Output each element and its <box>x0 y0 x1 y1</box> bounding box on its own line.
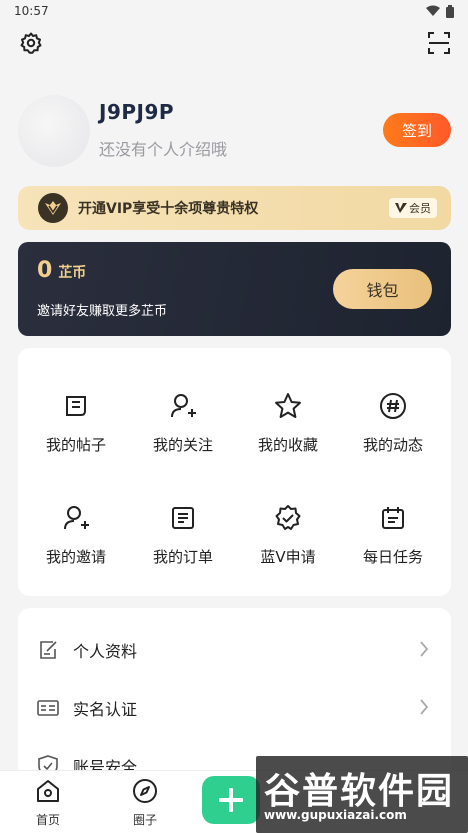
settings-button[interactable] <box>17 29 45 57</box>
vip-banner[interactable]: 开通VIP享受十余项尊贵特权 会员 <box>18 186 451 230</box>
coin-card: 0 芷币 邀请好友赚取更多芷币 钱包 <box>18 242 451 336</box>
edit-icon <box>40 641 57 659</box>
calendar-icon <box>382 507 404 529</box>
coin-invite-text[interactable]: 邀请好友赚取更多芷币 <box>37 300 167 319</box>
coin-amount: 0 <box>37 258 53 283</box>
badge-check-icon <box>275 505 301 530</box>
vip-crown-icon <box>38 193 68 223</box>
list-item-profile[interactable]: 个人资料 <box>18 621 451 679</box>
order-icon <box>172 507 194 529</box>
grid-item-blue-v-apply[interactable]: 蓝V申请 <box>234 490 342 580</box>
scan-icon <box>428 32 450 54</box>
home-icon <box>37 780 59 802</box>
battery-icon <box>446 4 454 18</box>
list-item-real-name[interactable]: 实名认证 <box>18 679 451 737</box>
user-bio: 还没有个人介绍哦 <box>99 140 228 159</box>
chevron-right-icon <box>420 641 429 657</box>
grid-item-my-posts[interactable]: 我的帖子 <box>22 378 130 468</box>
status-icons <box>426 4 454 18</box>
create-post-button[interactable] <box>202 776 260 824</box>
wallet-button[interactable]: 钱包 <box>333 269 432 309</box>
vip-badge-label: 会员 <box>409 202 431 215</box>
hashtag-icon <box>380 393 406 419</box>
username: J9PJ9P <box>99 100 175 124</box>
follow-icon <box>171 394 196 418</box>
grid-item-my-favorites[interactable]: 我的收藏 <box>234 378 342 468</box>
star-icon <box>275 393 301 418</box>
invite-icon <box>64 506 89 530</box>
checkin-button[interactable]: 签到 <box>383 113 451 147</box>
grid-item-my-invites[interactable]: 我的邀请 <box>22 490 130 580</box>
coin-balance: 0 芷币 <box>37 258 86 283</box>
avatar[interactable] <box>18 95 90 167</box>
grid-item-my-orders[interactable]: 我的订单 <box>129 490 237 580</box>
nav-home[interactable]: 首页 <box>18 777 78 828</box>
v-mark-icon <box>395 203 407 213</box>
vip-badge: 会员 <box>389 198 437 218</box>
coin-unit: 芷币 <box>58 265 87 281</box>
post-icon <box>66 396 86 416</box>
watermark-title: 谷普软件园 <box>264 771 455 812</box>
id-card-icon <box>37 700 59 716</box>
grid-item-daily-tasks[interactable]: 每日任务 <box>339 490 447 580</box>
scan-button[interactable] <box>425 29 453 57</box>
feature-grid: 我的帖子 我的关注 我的收藏 我的动态 我的邀请 我的订单 蓝V申请 每日任务 <box>18 348 451 596</box>
chevron-right-icon <box>420 699 429 715</box>
compass-icon <box>133 779 157 803</box>
nav-circle[interactable]: 圈子 <box>115 777 175 828</box>
status-bar: 10:57 <box>0 0 468 22</box>
status-time: 10:57 <box>14 4 49 18</box>
gear-icon <box>20 32 42 54</box>
watermark: 谷普软件园 www.gupuxiazai.com <box>256 756 468 833</box>
vip-text: 开通VIP享受十余项尊贵特权 <box>78 201 259 217</box>
grid-item-my-follows[interactable]: 我的关注 <box>129 378 237 468</box>
plus-icon <box>219 788 243 812</box>
grid-item-my-activity[interactable]: 我的动态 <box>339 378 447 468</box>
watermark-url: www.gupuxiazai.com <box>264 808 407 822</box>
wifi-icon <box>426 5 440 16</box>
